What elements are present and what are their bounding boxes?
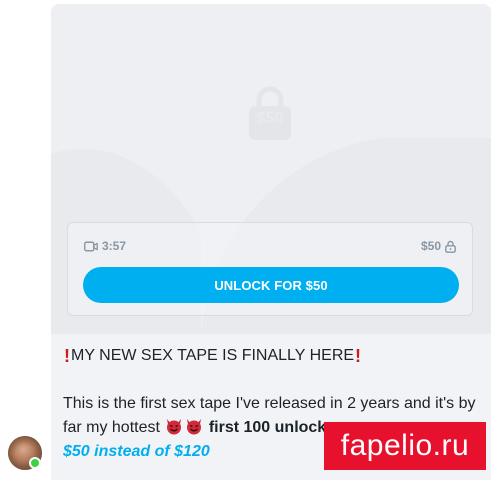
lock-price-badge: $50 <box>247 86 293 142</box>
devil-emoji-icon <box>187 419 202 435</box>
watermark: fapelio.ru <box>324 422 486 470</box>
small-lock-icon <box>445 240 456 253</box>
red-exclamation-icon: ! <box>64 346 70 366</box>
body-line-2-text: far my hottest <box>63 419 160 436</box>
video-duration: 3:57 <box>84 239 126 253</box>
media-price: $50 <box>421 239 456 253</box>
locked-media-preview[interactable]: $50 3:57 $50 UNLOCK FOR $50 <box>51 4 491 334</box>
price-text: $50 <box>420 239 441 253</box>
red-exclamation-icon: ! <box>355 346 362 366</box>
online-status-dot <box>29 457 41 469</box>
avatar[interactable] <box>8 436 42 470</box>
locked-message-card: $50 3:57 $50 UNLOCK FOR $50 ! MY NEW SEX… <box>51 4 491 480</box>
video-camera-icon <box>84 241 98 251</box>
body-bold-text: first 100 unlock <box>208 419 327 436</box>
message-headline: ! MY NEW SEX TAPE IS FINALLY HERE ! <box>63 344 489 368</box>
devil-emoji-icon <box>167 419 182 435</box>
locked-price-label: $50 <box>256 110 284 127</box>
page: $50 3:57 $50 UNLOCK FOR $50 ! MY NEW SEX… <box>0 0 496 480</box>
message-body-line-1: This is the first sex tape I've released… <box>63 395 476 412</box>
duration-text: 3:57 <box>102 239 127 253</box>
media-meta-row: 3:57 $50 <box>84 239 456 257</box>
headline-text: MY NEW SEX TAPE IS FINALLY HERE <box>71 347 355 364</box>
unlock-button[interactable]: UNLOCK FOR $50 <box>83 267 459 303</box>
unlock-panel: 3:57 $50 UNLOCK FOR $50 <box>67 222 473 316</box>
